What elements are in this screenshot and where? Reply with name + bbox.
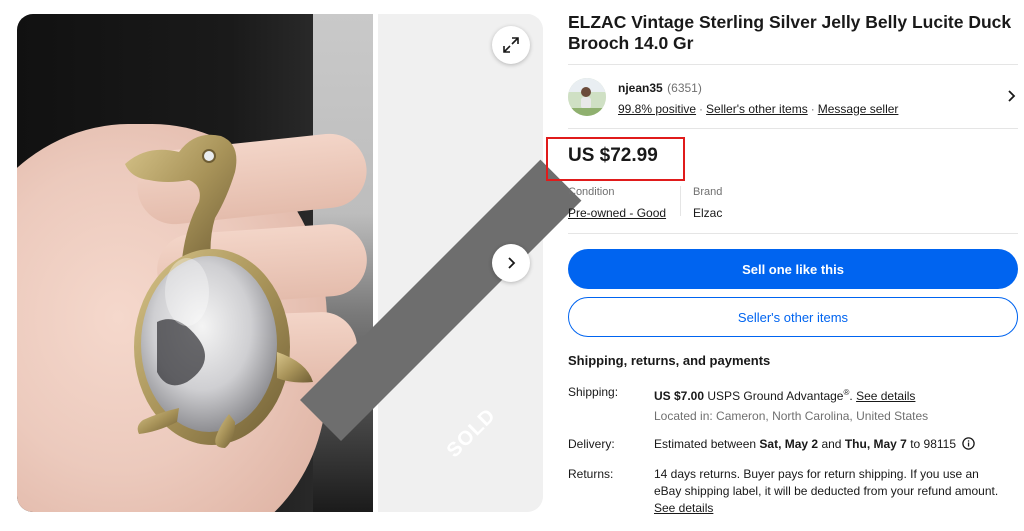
returns-label: Returns: <box>568 467 614 481</box>
sellers-other-items-button[interactable]: Seller's other items <box>568 297 1018 337</box>
info-icon[interactable] <box>962 437 976 455</box>
link-separator: · <box>810 101 815 116</box>
shipping-section-title: Shipping, returns, and payments <box>568 353 771 368</box>
link-separator: · <box>699 101 704 116</box>
condition-label: Condition <box>568 186 615 198</box>
returns-value: 14 days returns. Buyer pays for return s… <box>654 466 1004 517</box>
returns-see-details-link[interactable]: See details <box>654 501 713 515</box>
brand-block: Brand Elzac <box>693 186 722 220</box>
seller-chevron[interactable] <box>1004 88 1018 109</box>
shipping-cost: US $7.00 <box>654 389 705 403</box>
avatar-image <box>568 78 606 116</box>
seller-info: njean35 (6351) 99.8% positive · Seller's o… <box>618 79 898 116</box>
expand-button[interactable] <box>492 26 530 64</box>
condition-value[interactable]: Pre-owned - Good <box>568 206 666 220</box>
chevron-right-icon <box>1008 90 1016 102</box>
seller-name[interactable]: njean35 <box>618 81 663 95</box>
duck-brooch-image <box>125 134 313 448</box>
shipping-label: Shipping: <box>568 385 619 399</box>
returns-text: 14 days returns. Buyer pays for return s… <box>654 467 999 498</box>
delivery-prefix: Estimated between <box>654 437 757 451</box>
seller-card[interactable]: njean35 (6351) 99.8% positive · Seller's o… <box>568 76 1018 118</box>
delivery-start: Sat, May 2 <box>759 437 819 451</box>
condition-block: Condition Pre-owned - Good <box>568 186 666 220</box>
shipping-see-details-link[interactable]: See details <box>856 389 915 403</box>
info-icon-graphic <box>962 437 976 450</box>
shipping-service: USPS Ground Advantage <box>707 389 844 403</box>
seller-positive-link[interactable]: 99.8% positive <box>618 102 696 116</box>
divider <box>568 64 1018 65</box>
seller-feedback-count: (6351) <box>667 80 702 95</box>
divider <box>680 186 681 216</box>
delivery-to: to 98115 <box>910 437 957 451</box>
seller-links: 99.8% positive · Seller's other items · Mess… <box>618 102 898 116</box>
delivery-end: Thu, May 7 <box>844 437 907 451</box>
listing-info: ELZAC Vintage Sterling Silver Jelly Bell… <box>568 12 1020 54</box>
shipping-value: US $7.00 USPS Ground Advantage®. See det… <box>654 384 1020 405</box>
delivery-value: Estimated between Sat, May 2 and Thu, Ma… <box>654 436 1020 455</box>
delivery-and: and <box>821 437 842 451</box>
next-image-button[interactable] <box>492 244 530 282</box>
brand-value: Elzac <box>693 206 723 220</box>
chevron-right-icon <box>508 257 516 269</box>
expand-icon <box>503 37 519 53</box>
sell-one-like-this-button[interactable]: Sell one like this <box>568 249 1018 289</box>
product-photo[interactable] <box>17 14 373 512</box>
seller-other-items-link[interactable]: Seller's other items <box>706 102 808 116</box>
located-in: Located in: Cameron, North Carolina, Uni… <box>654 409 929 423</box>
brand-label: Brand <box>693 186 723 198</box>
divider <box>568 128 1018 129</box>
message-seller-link[interactable]: Message seller <box>818 102 899 116</box>
seller-avatar[interactable] <box>568 78 606 116</box>
listing-title: ELZAC Vintage Sterling Silver Jelly Bell… <box>568 12 1012 53</box>
price: US $72.99 <box>568 145 658 166</box>
divider <box>568 233 1018 234</box>
delivery-label: Delivery: <box>568 437 615 451</box>
